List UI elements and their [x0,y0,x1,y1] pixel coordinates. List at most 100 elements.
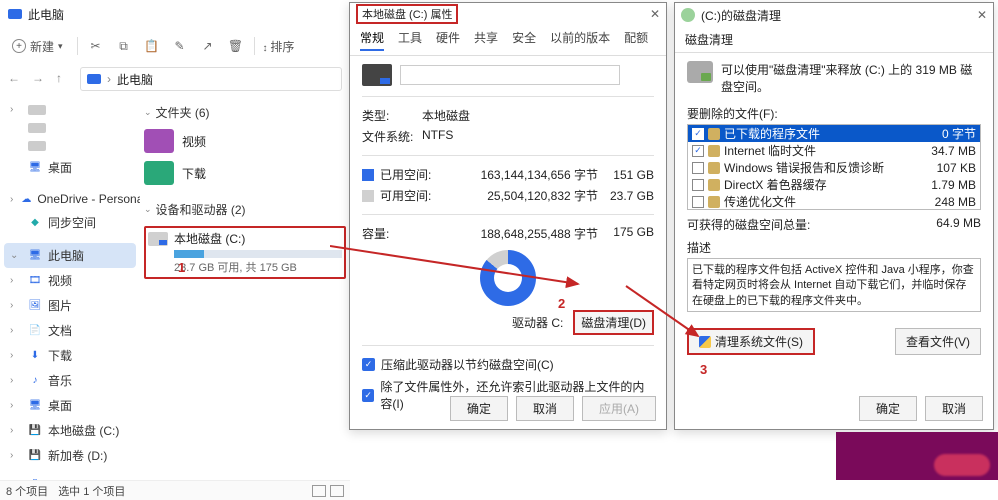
cap-gb: 175 GB [608,225,654,242]
desc-box: 已下载的程序文件包括 ActiveX 控件和 Java 小程序，你查看特定网页时… [687,258,981,312]
tab-security[interactable]: 安全 [512,29,536,51]
group-folders[interactable]: ⌄文件夹 (6) [144,100,346,125]
nav-music[interactable]: ›♪音乐 [4,368,136,393]
annotation-1: 1 [178,260,185,275]
monitor-icon: 🖥 [28,249,42,263]
disk-icon: 💾 [28,424,42,438]
blur-icon [28,141,46,151]
nav-desktop2[interactable]: ›🖥桌面 [4,393,136,418]
total-label: 可获得的磁盘空间总量: [687,216,810,233]
close-icon[interactable]: ✕ [650,7,660,21]
list-item[interactable]: ✓Internet 临时文件34.7 MB [688,142,980,159]
list-item[interactable]: Windows 错误报告和反馈诊断107 KB [688,159,980,176]
blur-icon [28,105,46,115]
cleanup-tab[interactable]: 磁盘清理 [675,27,993,53]
nav-item[interactable] [4,137,136,155]
item-size: 248 MB [931,195,976,209]
disk-name-input[interactable] [400,65,620,85]
ok-button[interactable]: 确定 [450,396,508,421]
breadcrumb[interactable]: › 此电脑 [80,67,342,91]
free-bytes: 25,504,120,832 字节 [442,187,608,204]
tab-sharing[interactable]: 共享 [474,29,498,51]
paste-icon[interactable]: 📋 [142,36,162,56]
item-name: Internet 临时文件 [724,142,927,159]
cancel-button[interactable]: 取消 [925,396,983,421]
nav-item[interactable]: › [4,100,136,119]
separator [77,37,78,55]
tab-prev[interactable]: 以前的版本 [550,29,610,51]
free-label: 可用空间: [380,187,442,204]
apply-button[interactable]: 应用(A) [582,396,656,421]
list-item[interactable]: ✓已下载的程序文件0 字节 [688,125,980,142]
explorer-window: 此电脑 + 新建 ▾ ✂ ⧉ 📋 ✎ ↗ 🗑 ↕ 排序 ← → ↑ › 此电脑 … [0,0,350,500]
files-list[interactable]: ✓已下载的程序文件0 字节✓Internet 临时文件34.7 MBWindow… [687,124,981,210]
document-icon: 📄 [28,324,42,338]
folder-videos[interactable]: 视频 [144,125,346,157]
sort-button[interactable]: ↕ 排序 [263,38,295,55]
nav-sync[interactable]: ◆同步空间 [4,210,136,235]
cleanup-title: (C:)的磁盘清理 [701,7,781,24]
disk-cleanup-button[interactable]: 磁盘清理(D) [573,310,654,335]
clean-system-files-button[interactable]: 清理系统文件(S) [687,328,815,355]
properties-tabs: 常规 工具 硬件 共享 安全 以前的版本 配额 [350,25,666,56]
checkbox-icon [692,179,704,191]
separator [254,37,255,55]
free-swatch [362,190,374,202]
download-icon: ⬇ [28,349,42,363]
nav-documents[interactable]: ›📄文档 [4,318,136,343]
nav-this-pc[interactable]: ⌄🖥此电脑 [4,243,136,268]
nav-downloads[interactable]: ›⬇下载 [4,343,136,368]
cancel-button[interactable]: 取消 [516,396,574,421]
nav-desktop[interactable]: 🖥桌面 [4,155,136,180]
view-grid-icon[interactable] [330,485,344,497]
tab-tools[interactable]: 工具 [398,29,422,51]
item-size: 34.7 MB [927,144,976,158]
cap-label: 容量: [362,225,440,242]
cut-icon[interactable]: ✂ [86,36,106,56]
nav-pictures[interactable]: ›🖼图片 [4,293,136,318]
compress-checkbox[interactable]: ✓压缩此驱动器以节约磁盘空间(C) [362,356,654,373]
taskbar-fragment [836,432,998,480]
new-button[interactable]: + 新建 ▾ [6,36,69,57]
list-item[interactable]: DirectX 着色器缓存1.79 MB [688,176,980,193]
back-icon[interactable]: ← [8,71,24,87]
nav-videos[interactable]: ›🎞视频 [4,268,136,293]
new-label: 新建 [30,38,54,55]
tab-quota[interactable]: 配额 [624,29,648,51]
group-drives[interactable]: ⌄设备和驱动器 (2) [144,197,346,222]
drive-c-label: 驱动器 C: [512,314,563,331]
item-name: 传递优化文件 [724,193,931,210]
chevron-down-icon: ▾ [58,41,63,52]
nav-disk-d[interactable]: ›💾新加卷 (D:) [4,443,136,468]
delete-icon[interactable]: 🗑 [226,36,246,56]
forward-icon[interactable]: → [32,71,48,87]
close-icon[interactable]: ✕ [977,8,987,22]
files-list-label: 要删除的文件(F): [687,105,981,122]
file-icon [708,196,720,208]
list-item[interactable]: 传递优化文件248 MB [688,193,980,210]
music-icon: ♪ [28,374,42,388]
rename-icon[interactable]: ✎ [170,36,190,56]
video-icon: 🎞 [28,274,42,288]
folder-downloads[interactable]: 下载 [144,157,346,189]
drive-usage-bar [174,250,342,258]
view-files-button[interactable]: 查看文件(V) [895,328,981,355]
ok-button[interactable]: 确定 [859,396,917,421]
share-icon[interactable]: ↗ [198,36,218,56]
drive-c[interactable]: 本地磁盘 (C:) 23.7 GB 可用, 共 175 GB [144,226,346,279]
properties-titlebar: 本地磁盘 (C:) 属性 ✕ [350,3,666,25]
explorer-nav: › 🖥桌面 ›☁OneDrive - Personal ◆同步空间 ⌄🖥此电脑 … [0,94,140,480]
nav-item[interactable] [4,119,136,137]
checkbox-icon: ✓ [692,128,704,140]
nav-disk-c[interactable]: ›💾本地磁盘 (C:) [4,418,136,443]
tab-general[interactable]: 常规 [360,29,384,51]
tab-hardware[interactable]: 硬件 [436,29,460,51]
disk-cleanup-dialog: (C:)的磁盘清理 ✕ 磁盘清理 可以使用"磁盘清理"来释放 (C:) 上的 3… [674,2,994,430]
folder-icon [144,129,174,153]
copy-icon[interactable]: ⧉ [114,36,134,56]
properties-dialog: 本地磁盘 (C:) 属性 ✕ 常规 工具 硬件 共享 安全 以前的版本 配额 类… [349,2,667,430]
nav-onedrive[interactable]: ›☁OneDrive - Personal [4,188,136,210]
up-icon[interactable]: ↑ [56,71,72,87]
explorer-toolbar: + 新建 ▾ ✂ ⧉ 📋 ✎ ↗ 🗑 ↕ 排序 [0,28,350,64]
view-list-icon[interactable] [312,485,326,497]
